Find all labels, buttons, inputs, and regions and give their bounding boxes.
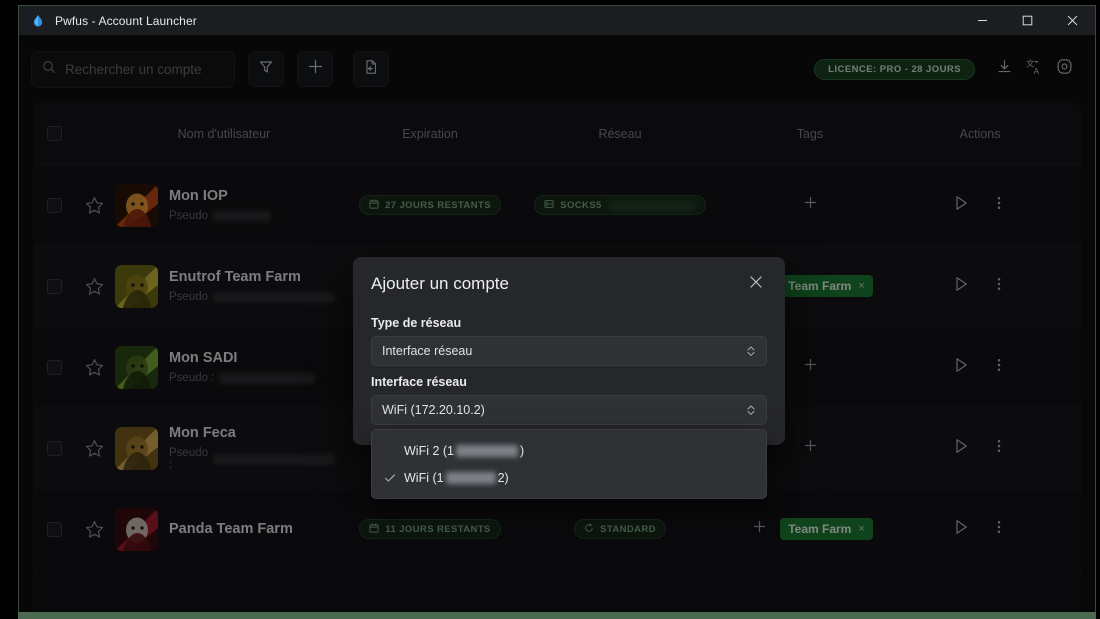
modal-header: Ajouter un compte <box>353 257 785 303</box>
option-prefix: WiFi (1 <box>404 470 444 485</box>
dropdown-option[interactable]: WiFi 2 (1 ) <box>372 437 766 464</box>
dropdown-option[interactable]: WiFi (1 2) <box>372 464 766 491</box>
window-controls <box>960 6 1095 35</box>
option-suffix: 2) <box>497 470 509 485</box>
close-button[interactable] <box>1050 6 1095 35</box>
app-window: Pwfus - Account Launcher Rechercher un c… <box>18 5 1096 612</box>
close-icon <box>749 275 763 294</box>
maximize-button[interactable] <box>1005 6 1050 35</box>
option-redacted <box>445 471 496 484</box>
option-redacted <box>456 444 518 457</box>
modal-body: Type de réseau Interface réseau Interfac… <box>353 303 785 425</box>
network-type-value: Interface réseau <box>382 344 473 358</box>
modal-title: Ajouter un compte <box>371 274 509 293</box>
bottom-accent-strip <box>18 612 1096 619</box>
option-suffix: ) <box>520 443 525 458</box>
network-type-label: Type de réseau <box>371 316 462 330</box>
window-title: Pwfus - Account Launcher <box>55 13 197 28</box>
network-interface-dropdown[interactable]: WiFi 2 (1 ) WiFi (1 2) <box>371 429 767 499</box>
droplet-icon <box>31 14 45 28</box>
dropdown-option-label: WiFi (1 2) <box>404 471 509 485</box>
chevron-updown-icon <box>746 344 756 358</box>
network-interface-value: WiFi (172.20.10.2) <box>382 403 485 417</box>
modal-close-button[interactable] <box>745 273 767 295</box>
minimize-button[interactable] <box>960 6 1005 35</box>
network-interface-select[interactable]: WiFi (172.20.10.2) <box>371 395 767 425</box>
network-interface-label: Interface réseau <box>371 375 467 389</box>
screenshot-root: Pwfus - Account Launcher Rechercher un c… <box>0 0 1100 619</box>
window-titlebar: Pwfus - Account Launcher <box>19 6 1095 35</box>
network-type-select[interactable]: Interface réseau <box>371 336 767 366</box>
add-account-modal: Ajouter un compte Type de réseau Interfa… <box>353 257 785 499</box>
app-content: LICENCE: PRO - 28 JOURS 文 <box>19 35 1095 612</box>
dropdown-option-label: WiFi 2 (1 ) <box>404 444 524 458</box>
chevron-updown-icon <box>746 403 756 417</box>
check-icon <box>384 472 396 484</box>
option-prefix: WiFi 2 (1 <box>404 443 454 458</box>
